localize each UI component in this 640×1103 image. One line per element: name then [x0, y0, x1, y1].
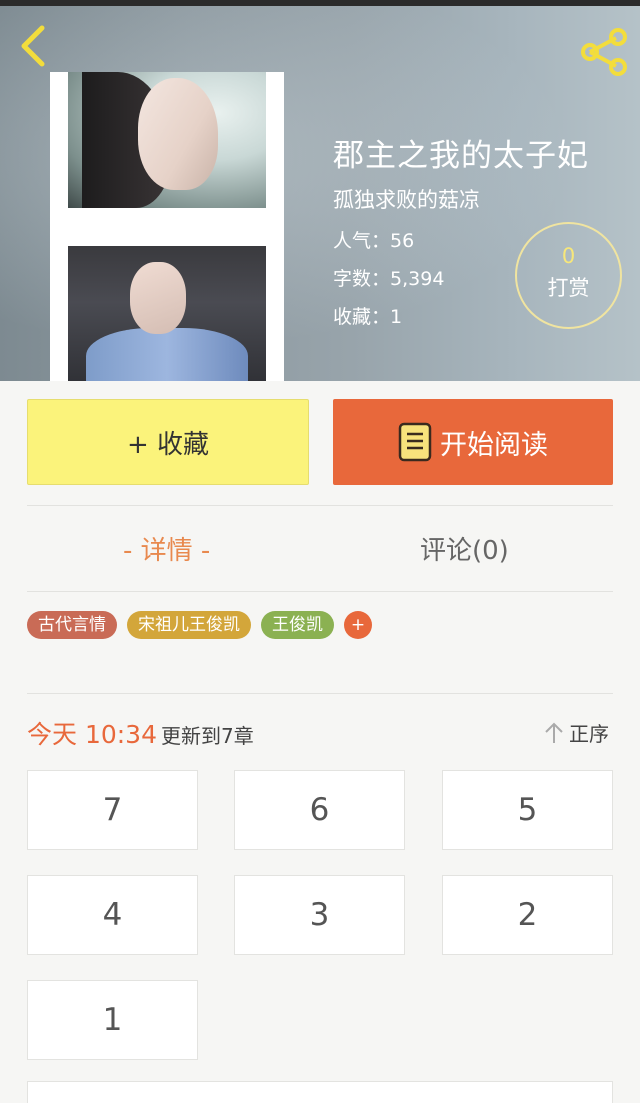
divider: [27, 505, 613, 506]
tab-detail[interactable]: - 详情 -: [123, 530, 210, 567]
add-tag-button[interactable]: +: [344, 611, 372, 639]
update-time: 今天 10:34: [27, 720, 157, 749]
cover-image-top: [68, 72, 266, 208]
chapter-button[interactable]: 4: [27, 875, 198, 955]
partial-row: [27, 1081, 613, 1103]
divider: [27, 693, 613, 694]
book-cover: [50, 72, 284, 381]
book-title: 郡主之我的太子妃: [333, 138, 589, 174]
read-label: 开始阅读: [440, 429, 548, 461]
back-arrow-icon: [21, 25, 45, 67]
stat-value: 5,394: [390, 268, 445, 290]
book-author: 孤独求败的菇凉: [333, 188, 480, 212]
chapter-button[interactable]: 7: [27, 770, 198, 850]
chapter-button[interactable]: 6: [234, 770, 405, 850]
reward-button[interactable]: 0 打赏: [515, 222, 622, 329]
stat-label: 人气：: [333, 230, 391, 252]
update-info: 今天 10:34 更新到7章: [27, 715, 254, 751]
chapter-button[interactable]: 1: [27, 980, 198, 1060]
share-icon: [581, 28, 627, 76]
reward-count: 0: [561, 244, 576, 268]
stat-word-count: 字数：5,394: [333, 264, 444, 291]
tag-list: 古代言情 宋祖儿王俊凯 王俊凯 +: [27, 611, 372, 639]
stat-label: 收藏：: [333, 306, 391, 328]
chapter-button[interactable]: 3: [234, 875, 405, 955]
start-reading-button[interactable]: 开始阅读: [333, 399, 613, 485]
stat-popularity: 人气：56: [333, 226, 414, 253]
chapter-button[interactable]: 2: [442, 875, 613, 955]
divider: [27, 591, 613, 592]
book-header: 郡主之我的太子妃 孤独求败的菇凉 人气：56 字数：5,394 收藏：1 0 打…: [0, 6, 640, 381]
stat-value: 1: [390, 306, 403, 328]
stat-favorites: 收藏：1: [333, 302, 402, 329]
cover-image-bottom: [68, 246, 266, 381]
stat-value: 56: [390, 230, 415, 252]
tag-item[interactable]: 宋祖儿王俊凯: [127, 611, 251, 639]
sort-toggle[interactable]: 正序: [543, 718, 609, 747]
back-button[interactable]: [14, 22, 54, 70]
tag-item[interactable]: 古代言情: [27, 611, 117, 639]
reward-label: 打赏: [547, 276, 590, 300]
book-icon: [398, 422, 432, 462]
tab-comments[interactable]: 评论(0): [420, 530, 509, 567]
update-chapters: 更新到7章: [161, 724, 254, 748]
stat-label: 字数：: [333, 268, 391, 290]
sort-label: 正序: [569, 722, 609, 746]
chapter-button[interactable]: 5: [442, 770, 613, 850]
share-button[interactable]: [578, 28, 630, 76]
add-to-collection-button[interactable]: + 收藏: [27, 399, 309, 485]
tag-item[interactable]: 王俊凯: [261, 611, 334, 639]
arrow-up-icon: [545, 722, 563, 743]
collect-label: + 收藏: [126, 429, 210, 460]
